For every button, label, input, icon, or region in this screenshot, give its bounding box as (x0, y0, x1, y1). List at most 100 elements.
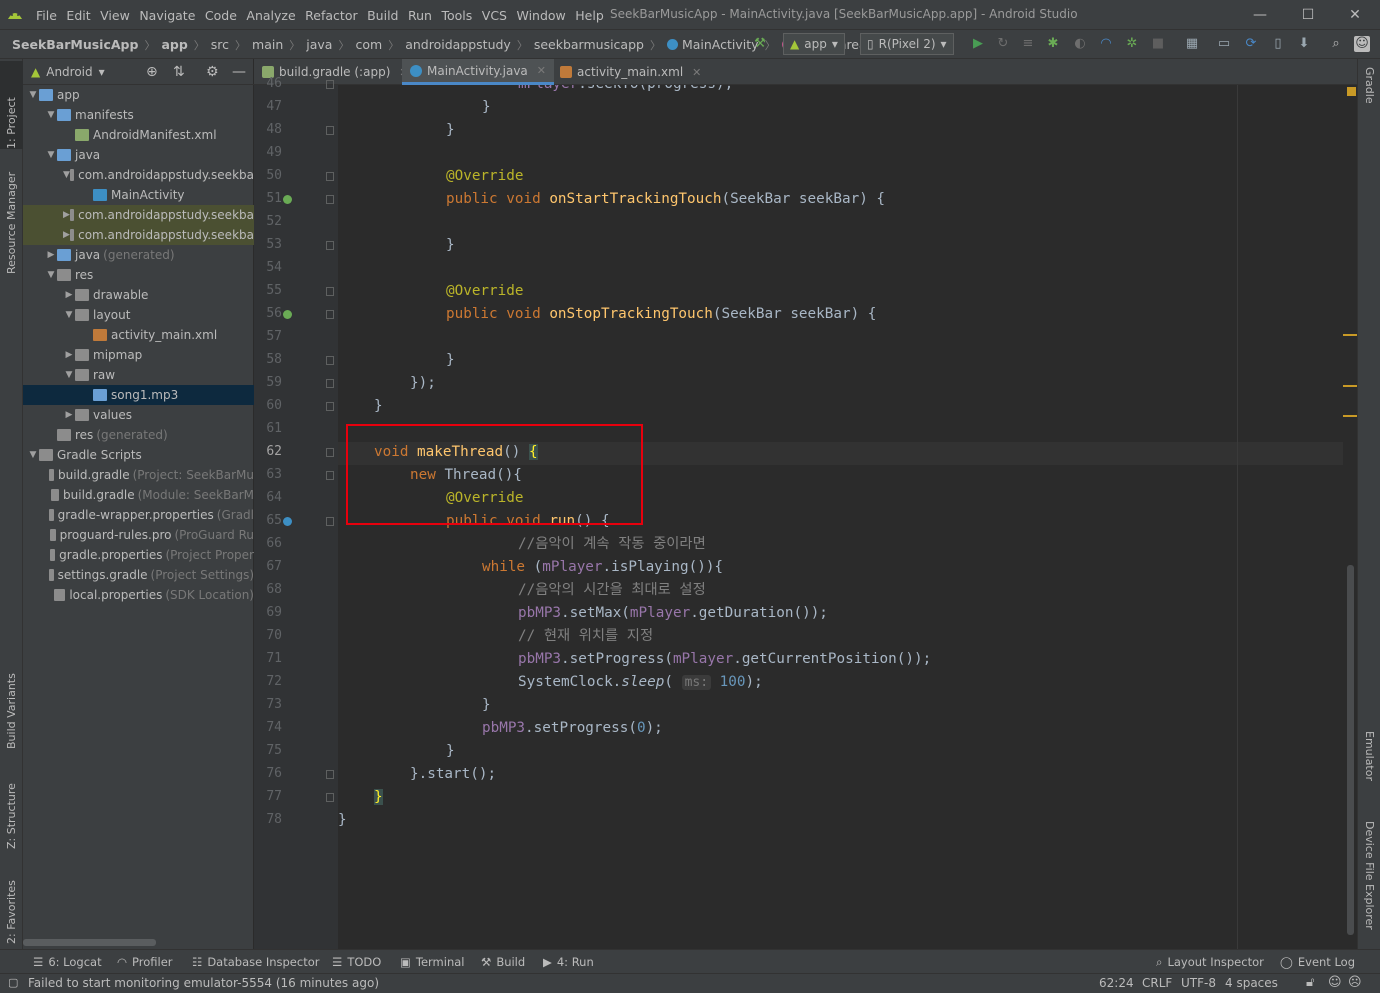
tree-item[interactable]: ▼ raw (23, 365, 254, 385)
gradle-tool-button[interactable]: Gradle (1358, 67, 1380, 127)
maximize-button[interactable]: ☐ (1293, 4, 1323, 26)
tree-item[interactable]: res (generated) (23, 425, 254, 445)
override-marker-icon[interactable] (283, 310, 292, 319)
horizontal-scrollbar[interactable] (23, 939, 156, 946)
file-encoding[interactable]: UTF-8 (1181, 976, 1216, 990)
code-editor[interactable]: mPlayer.seekTo(progress);}} @Override publ… (338, 85, 1357, 949)
menu-item-vcs[interactable]: VCS (482, 8, 507, 23)
tree-item[interactable]: local.properties (SDK Location) (23, 585, 254, 605)
status-toggle-icon[interactable]: ▢ (8, 976, 18, 989)
fold-marker-icon[interactable] (326, 770, 334, 779)
expand-arrow-icon[interactable]: ▶ (63, 210, 70, 220)
breadcrumb-item[interactable]: app (161, 37, 187, 52)
caret-position[interactable]: 62:24 (1099, 976, 1134, 990)
build-variants-tool-button[interactable]: Build Variants (0, 654, 23, 749)
debug-icon[interactable]: ✱ (1045, 34, 1061, 54)
tree-item[interactable]: ▼ com.androidappstudy.seekba (23, 165, 254, 185)
expand-arrow-icon[interactable]: ▶ (63, 410, 75, 420)
breadcrumb-item[interactable]: src (211, 37, 229, 52)
device-select[interactable]: ▯ R(Pixel 2) ▾ (860, 33, 954, 55)
editor-scrollbar-thumb[interactable] (1347, 565, 1354, 935)
database-inspector-tool-button[interactable]: ☷ Database Inspector (192, 950, 319, 974)
tree-item[interactable]: ▶ java (generated) (23, 245, 254, 265)
editor-scrollbar-track[interactable] (1343, 85, 1357, 949)
expand-arrow-icon[interactable]: ▼ (27, 90, 39, 100)
tree-item[interactable]: settings.gradle (Project Settings) (23, 565, 254, 585)
menu-item-window[interactable]: Window (516, 8, 565, 23)
fold-marker-icon[interactable] (326, 517, 334, 526)
tree-item[interactable]: song1.mp3 (23, 385, 254, 405)
project-tool-button[interactable]: 1: Project (0, 61, 23, 149)
event-log-tool-button[interactable]: ◯ Event Log (1280, 950, 1355, 974)
breadcrumb-item[interactable]: main (252, 37, 283, 52)
fold-marker-icon[interactable] (326, 287, 334, 296)
fold-marker-icon[interactable] (326, 471, 334, 480)
menu-item-navigate[interactable]: Navigate (139, 8, 195, 23)
menu-item-analyze[interactable]: Analyze (246, 8, 295, 23)
fold-marker-icon[interactable] (326, 310, 334, 319)
lock-icon[interactable]: 🔓︎ (1306, 975, 1314, 990)
attach-debugger-icon[interactable]: ✲ (1124, 34, 1140, 54)
expand-arrow-icon[interactable]: ▼ (45, 150, 57, 160)
close-tab-icon[interactable]: ✕ (692, 66, 701, 79)
rerun-icon[interactable]: ↻ (995, 34, 1011, 54)
build-tool-button[interactable]: ⚒ Build (481, 950, 525, 974)
profiler-tool-button[interactable]: ◠ Profiler (117, 950, 173, 974)
tree-item[interactable]: ▶ com.androidappstudy.seekba (23, 225, 254, 245)
expand-arrow-icon[interactable]: ▼ (63, 370, 75, 380)
menu-item-file[interactable]: File (36, 8, 57, 23)
close-tab-icon[interactable]: ✕ (537, 64, 546, 77)
menu-item-help[interactable]: Help (575, 8, 604, 23)
line-separator[interactable]: CRLF (1142, 976, 1172, 990)
tree-item[interactable]: ▶ values (23, 405, 254, 425)
breadcrumb-item[interactable]: MainActivity (682, 37, 759, 52)
status-message[interactable]: Failed to start monitoring emulator-5554… (28, 976, 379, 990)
avd-manager-icon[interactable]: ▯ (1270, 34, 1286, 54)
tree-item[interactable]: ▼ Gradle Scripts (23, 445, 254, 465)
tree-item[interactable]: ▼ manifests (23, 105, 254, 125)
stop-icon[interactable]: ■ (1150, 34, 1166, 54)
editor-tab[interactable]: activity_main.xml ✕ (552, 59, 709, 85)
feedback-icon[interactable]: ☹ (1348, 975, 1362, 990)
tree-item[interactable]: ▼ layout (23, 305, 254, 325)
fold-marker-icon[interactable] (326, 126, 334, 135)
fold-marker-icon[interactable] (326, 195, 334, 204)
emulator-tool-button[interactable]: Emulator (1358, 731, 1380, 811)
terminal-tool-button[interactable]: ▣ Terminal (400, 950, 464, 974)
run-tool-button[interactable]: ▶ 4: Run (543, 950, 594, 974)
tree-item[interactable]: activity_main.xml (23, 325, 254, 345)
search-icon[interactable]: ⌕ (1328, 34, 1344, 54)
chevron-down-icon[interactable]: ▾ (99, 65, 105, 79)
tree-item[interactable]: ▼ res (23, 265, 254, 285)
fold-marker-icon[interactable] (326, 356, 334, 365)
tree-item[interactable]: MainActivity (23, 185, 254, 205)
tree-item[interactable]: ▶ com.androidappstudy.seekba (23, 205, 254, 225)
structure-tool-button[interactable]: Z: Structure (0, 764, 23, 849)
project-view-select[interactable]: Android (46, 65, 92, 79)
tree-item[interactable]: gradle-wrapper.properties (Gradl (23, 505, 254, 525)
run-button[interactable]: ▶ (970, 34, 986, 54)
run-config-select[interactable]: ▲ app ▾ (783, 33, 845, 55)
tree-item[interactable]: gradle.properties (Project Proper (23, 545, 254, 565)
layout-icon[interactable]: ▭ (1216, 34, 1232, 54)
breadcrumb-item[interactable]: seekbarmusicapp (534, 37, 644, 52)
project-structure-icon[interactable]: ▦ (1184, 34, 1200, 54)
close-button[interactable]: ✕ (1340, 4, 1370, 26)
breadcrumb-item[interactable]: SeekBarMusicApp (12, 37, 138, 52)
menu-item-refactor[interactable]: Refactor (305, 8, 357, 23)
tree-item[interactable]: AndroidManifest.xml (23, 125, 254, 145)
tree-item[interactable]: ▶ mipmap (23, 345, 254, 365)
expand-arrow-icon[interactable]: ▼ (45, 110, 57, 120)
override-marker-icon[interactable] (283, 195, 292, 204)
minimize-button[interactable]: — (1245, 4, 1275, 26)
expand-arrow-icon[interactable]: ▼ (27, 450, 39, 460)
logcat-tool-button[interactable]: ☰ 6: Logcat (33, 950, 102, 974)
collapse-all-icon[interactable]: ⇅ (173, 64, 185, 80)
breadcrumb-item[interactable]: com (355, 37, 382, 52)
menu-item-code[interactable]: Code (205, 8, 237, 23)
fold-marker-icon[interactable] (326, 172, 334, 181)
expand-arrow-icon[interactable]: ▼ (63, 170, 70, 180)
fold-marker-icon[interactable] (326, 80, 334, 89)
menu-item-build[interactable]: Build (367, 8, 398, 23)
favorites-tool-button[interactable]: 2: Favorites (0, 859, 23, 944)
